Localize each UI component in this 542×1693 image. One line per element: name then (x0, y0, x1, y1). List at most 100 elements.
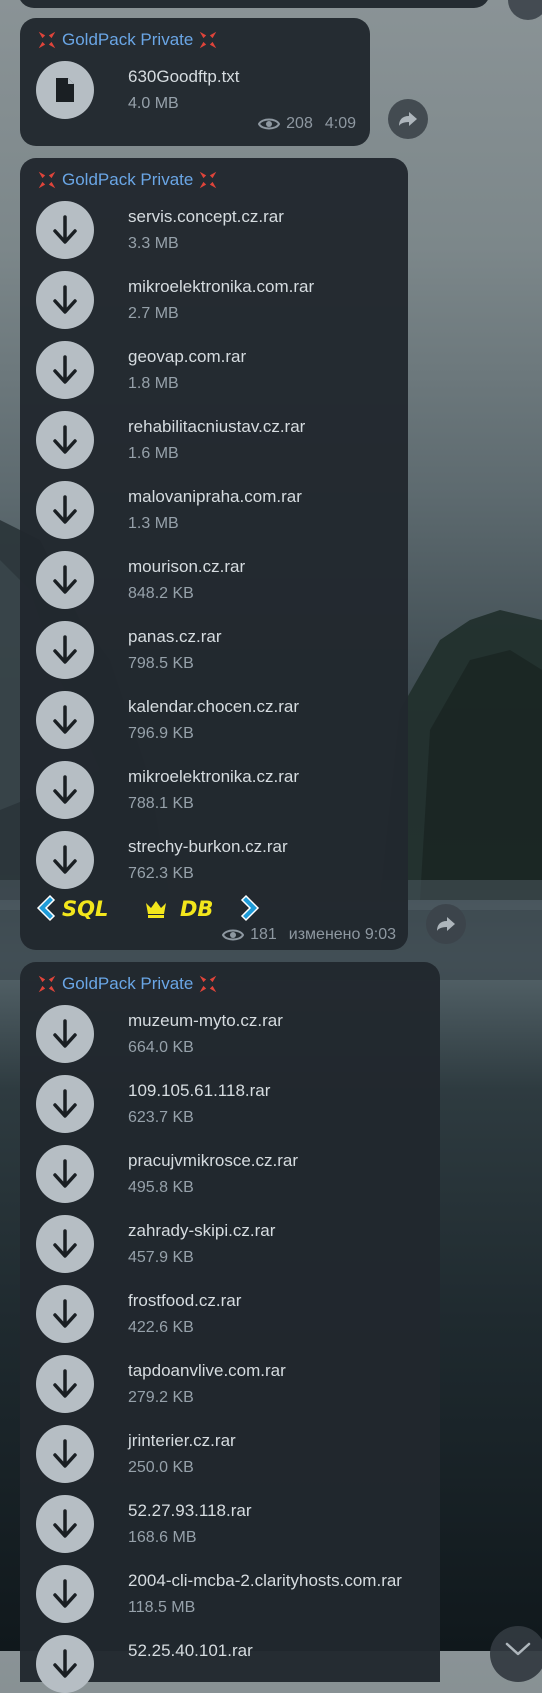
file-size: 1.8 MB (128, 375, 179, 392)
anger-symbol-icon (38, 171, 56, 189)
view-count: 208 (286, 115, 313, 132)
download-arrow-icon[interactable] (36, 551, 94, 609)
download-arrow-icon[interactable] (36, 411, 94, 469)
file-name: 109.105.61.118.rar (128, 1081, 271, 1100)
file-name: mourison.cz.rar (128, 557, 246, 576)
file-name: frostfood.cz.rar (128, 1291, 242, 1310)
file-attachment[interactable]: servis.concept.cz.rar 3.3 MB (36, 201, 396, 259)
anger-symbol-icon (200, 975, 217, 993)
share-button[interactable] (388, 99, 428, 139)
file-attachment[interactable]: 109.105.61.118.rar 623.7 KB (36, 1075, 396, 1133)
message-bubble: GoldPack Private muzeum-myto.cz.rar 664.… (20, 962, 440, 1693)
eye-icon (222, 929, 245, 941)
anger-symbol-icon (200, 31, 217, 49)
download-arrow-icon[interactable] (36, 1285, 94, 1343)
file-size: 1.6 MB (128, 445, 179, 462)
file-size: 664.0 KB (128, 1039, 194, 1056)
file-attachment[interactable]: muzeum-myto.cz.rar 664.0 KB (36, 1005, 396, 1063)
view-count: 181 (250, 926, 277, 943)
anger-symbol-icon (38, 31, 56, 49)
file-size: 798.5 KB (128, 655, 194, 672)
share-button[interactable] (426, 904, 466, 944)
file-attachment[interactable]: geovap.com.rar 1.8 MB (36, 341, 396, 399)
file-name: malovanipraha.com.rar (128, 487, 302, 506)
download-arrow-icon[interactable] (36, 691, 94, 749)
file-name: servis.concept.cz.rar (128, 207, 284, 226)
file-name: muzeum-myto.cz.rar (128, 1011, 283, 1030)
document-icon[interactable] (36, 61, 94, 119)
share-arrow-icon (437, 917, 455, 931)
file-attachment[interactable]: mourison.cz.rar 848.2 KB (36, 551, 396, 609)
file-attachment[interactable]: strechy-burkon.cz.rar 762.3 KB (36, 831, 396, 889)
download-arrow-icon[interactable] (36, 1495, 94, 1553)
file-name: 2004-cli-mcba-2.clarityhosts.com.rar (128, 1571, 402, 1590)
download-arrow-icon[interactable] (36, 1145, 94, 1203)
download-arrow-icon[interactable] (36, 761, 94, 819)
download-arrow-icon[interactable] (36, 621, 94, 679)
download-arrow-icon[interactable] (36, 201, 94, 259)
previous-share-button[interactable] (508, 0, 542, 20)
anger-symbol-icon (38, 975, 56, 993)
message-bubble: GoldPack Private servis.concept.cz.rar 3… (20, 158, 408, 950)
file-attachment[interactable]: jrinterier.cz.rar 250.0 KB (36, 1425, 396, 1483)
file-attachment[interactable]: kalendar.chocen.cz.rar 796.9 KB (36, 691, 396, 749)
file-name: rehabilitacniustav.cz.rar (128, 417, 306, 436)
file-name: kalendar.chocen.cz.rar (128, 697, 300, 716)
download-arrow-icon[interactable] (36, 341, 94, 399)
sql-db-logo: SQL DB (34, 893, 264, 923)
file-size: 762.3 KB (128, 865, 194, 882)
file-attachment[interactable]: zahrady-skipi.cz.rar 457.9 KB (36, 1215, 396, 1273)
file-size: 495.8 KB (128, 1179, 194, 1196)
message-time: 4:09 (324, 115, 356, 132)
file-attachment[interactable]: mikroelektronika.com.rar 2.7 MB (36, 271, 396, 329)
file-attachment[interactable]: mikroelektronika.cz.rar 788.1 KB (36, 761, 396, 819)
file-attachment[interactable]: rehabilitacniustav.cz.rar 1.6 MB (36, 411, 396, 469)
file-name: 52.27.93.118.rar (128, 1501, 252, 1520)
file-attachment[interactable]: tapdoanvlive.com.rar 279.2 KB (36, 1355, 396, 1413)
channel-name[interactable]: GoldPack Private (62, 30, 193, 50)
file-attachment[interactable]: 630Goodftp.txt 4.0 MB (36, 61, 396, 119)
file-size: 168.6 MB (128, 1529, 197, 1546)
download-arrow-icon[interactable] (36, 1075, 94, 1133)
download-arrow-icon[interactable] (36, 1565, 94, 1623)
anger-symbol-icon (200, 171, 217, 189)
file-attachment[interactable]: 52.27.93.118.rar 168.6 MB (36, 1495, 396, 1553)
channel-name[interactable]: GoldPack Private (62, 170, 193, 190)
download-arrow-icon[interactable] (36, 1005, 94, 1063)
logo-text-sql: SQL (62, 897, 108, 921)
download-arrow-icon[interactable] (36, 1635, 94, 1693)
file-size: 788.1 KB (128, 795, 194, 812)
eye-icon (258, 118, 281, 130)
download-arrow-icon[interactable] (36, 271, 94, 329)
file-size: 118.5 MB (128, 1599, 196, 1616)
file-attachment[interactable]: malovanipraha.com.rar 1.3 MB (36, 481, 396, 539)
download-arrow-icon[interactable] (36, 1425, 94, 1483)
file-name: tapdoanvlive.com.rar (128, 1361, 286, 1380)
file-name: jrinterier.cz.rar (128, 1431, 236, 1450)
file-size: 1.3 MB (128, 515, 179, 532)
download-arrow-icon[interactable] (36, 1215, 94, 1273)
file-name: zahrady-skipi.cz.rar (128, 1221, 276, 1240)
file-size: 422.6 KB (128, 1319, 194, 1336)
file-size: 2.7 MB (128, 305, 179, 322)
file-attachment[interactable]: panas.cz.rar 798.5 KB (36, 621, 396, 679)
download-arrow-icon[interactable] (36, 1355, 94, 1413)
file-size: 457.9 KB (128, 1249, 194, 1266)
download-arrow-icon[interactable] (36, 831, 94, 889)
channel-header[interactable]: GoldPack Private (36, 169, 219, 191)
file-attachment[interactable]: 52.25.40.101.rar (36, 1635, 396, 1693)
file-size: 250.0 KB (128, 1459, 194, 1476)
channel-header[interactable]: GoldPack Private (36, 973, 219, 995)
file-size: 796.9 KB (128, 725, 194, 742)
file-attachment[interactable]: pracujvmikrosce.cz.rar 495.8 KB (36, 1145, 396, 1203)
file-size: 4.0 MB (128, 95, 179, 112)
channel-name[interactable]: GoldPack Private (62, 974, 193, 994)
file-size: 279.2 KB (128, 1389, 194, 1406)
channel-header[interactable]: GoldPack Private (36, 29, 219, 51)
scroll-down-button[interactable] (490, 1626, 542, 1682)
file-attachment[interactable]: frostfood.cz.rar 422.6 KB (36, 1285, 396, 1343)
file-attachment[interactable]: 2004-cli-mcba-2.clarityhosts.com.rar 118… (36, 1565, 402, 1623)
download-arrow-icon[interactable] (36, 481, 94, 539)
message-meta: 181 изменено 9:03 (222, 926, 396, 944)
file-name: mikroelektronika.com.rar (128, 277, 315, 296)
